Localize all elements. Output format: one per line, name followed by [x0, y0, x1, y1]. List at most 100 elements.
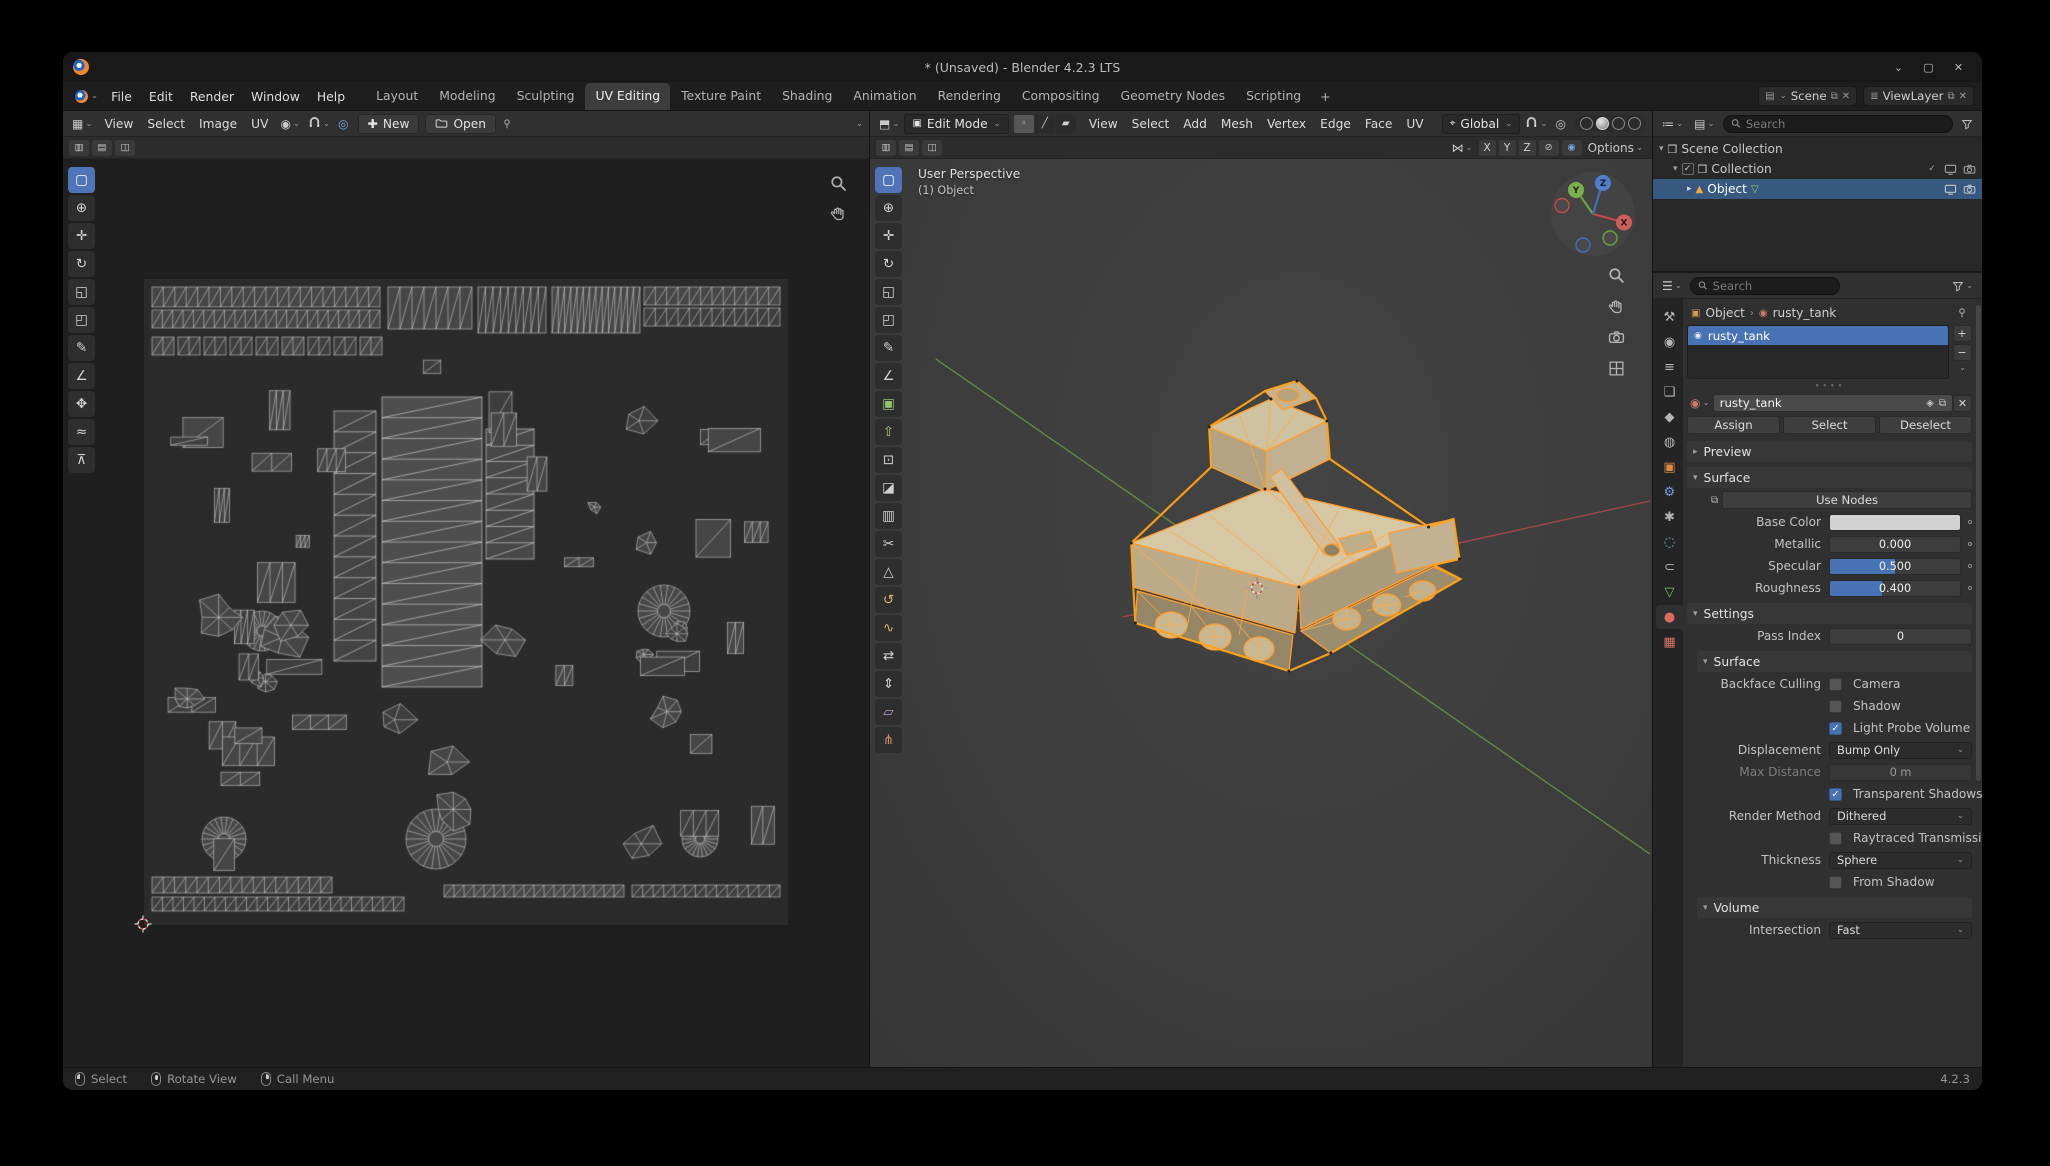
from-shadow-checkbox[interactable]: [1829, 876, 1842, 889]
roughness-slider[interactable]: 0.400: [1829, 580, 1961, 597]
uv-tool-rotate[interactable]: ↻: [68, 251, 95, 277]
visibility-icon[interactable]: ◉: [1562, 140, 1582, 156]
viewport-menu-mesh[interactable]: Mesh: [1214, 115, 1260, 133]
properties-tab-particles[interactable]: ✱: [1656, 505, 1683, 529]
displacement-dropdown[interactable]: Bump Only ⌄: [1829, 742, 1972, 759]
mirror-x-button[interactable]: X: [1479, 140, 1496, 156]
uv-tool-select-box[interactable]: ▢: [68, 167, 95, 193]
viewlayer-selector[interactable]: ≣ ViewLayer ⧉ ✕: [1863, 86, 1974, 106]
snapping-magnet-icon[interactable]: ⌄: [305, 115, 333, 132]
disclosure-icon[interactable]: ▸: [1687, 184, 1692, 194]
pivot-point-button[interactable]: ◉⌄: [277, 115, 303, 133]
workspace-tab-modeling[interactable]: Modeling: [429, 83, 505, 110]
uv-tool-scale[interactable]: ◱: [68, 279, 95, 305]
editor-type-button[interactable]: ⬒⌄: [876, 115, 902, 133]
viewport-menu-select[interactable]: Select: [1125, 115, 1177, 133]
pass-index-field[interactable]: 0: [1829, 628, 1972, 645]
options-dropdown[interactable]: Options⌄: [1585, 139, 1646, 157]
surface-panel-header[interactable]: ▾ Surface: [1687, 467, 1972, 488]
scene-render[interactable]: [870, 159, 1652, 1067]
workspace-tab-layout[interactable]: Layout: [366, 83, 428, 110]
outliner-row-collection[interactable]: ▾ ✓ ❒ Collection ✓: [1653, 159, 1982, 179]
hide-viewport-icon[interactable]: [1944, 183, 1957, 196]
menu-window[interactable]: Window: [243, 86, 308, 107]
properties-tab-render[interactable]: ◉: [1656, 330, 1683, 354]
mode-dropdown[interactable]: ▣Edit Mode⌄: [904, 114, 1008, 134]
transparent-shadows-checkbox[interactable]: ✓: [1829, 788, 1842, 801]
fake-user-icon[interactable]: ◈: [1926, 398, 1934, 409]
slot-specials-icon[interactable]: ⌄: [1959, 363, 1966, 373]
maximize-button[interactable]: ▢: [1915, 57, 1942, 77]
outliner-row-scene-collection[interactable]: ▾ ❒ Scene Collection: [1653, 139, 1982, 159]
menu-file[interactable]: File: [103, 86, 140, 107]
workspace-tab-geometry-nodes[interactable]: Geometry Nodes: [1111, 83, 1236, 110]
workspace-tab-shading[interactable]: Shading: [772, 83, 842, 110]
image-slot-icon[interactable]: ▤: [92, 140, 112, 156]
properties-tab-object-data[interactable]: ▽: [1656, 580, 1683, 604]
raytraced-checkbox[interactable]: [1829, 832, 1842, 845]
menu-edit[interactable]: Edit: [141, 86, 181, 107]
workspace-tab-scripting[interactable]: Scripting: [1236, 83, 1311, 110]
viewport-tool-loop-cut[interactable]: ▥: [875, 503, 902, 529]
material-slot-active[interactable]: ◉ rusty_tank: [1688, 326, 1948, 345]
new-image-button[interactable]: ✚New: [358, 114, 420, 134]
menu-help[interactable]: Help: [309, 86, 353, 107]
viewport-tool-inset-faces[interactable]: ⊡: [875, 447, 902, 473]
viewport-tool-spin[interactable]: ↺: [875, 587, 902, 613]
material-name-field[interactable]: rusty_tank ◈ ⧉: [1713, 394, 1953, 412]
viewport-canvas[interactable]: User Perspective (1) Object ▢⊕✛↻◱◰✎∠▣⇧⊡◪…: [870, 159, 1652, 1067]
uv-menu-view[interactable]: View: [97, 115, 140, 133]
animate-dot-icon[interactable]: [1968, 564, 1972, 568]
uv-tool-annotate[interactable]: ✎: [68, 335, 95, 361]
remove-slot-button[interactable]: −: [1953, 344, 1972, 361]
new-viewlayer-icon[interactable]: ⧉: [1947, 91, 1954, 102]
tank-mesh[interactable]: [1131, 381, 1460, 671]
minimize-button[interactable]: ⌄: [1885, 57, 1912, 77]
metallic-slider[interactable]: 0.000: [1829, 536, 1961, 553]
proportional-editing-icon[interactable]: ◎: [1553, 115, 1569, 133]
properties-search-input[interactable]: [1713, 279, 1832, 293]
thickness-dropdown[interactable]: Sphere ⌄: [1829, 852, 1972, 869]
navigation-gizmo[interactable]: X Y Z: [1548, 169, 1638, 259]
wireframe-shading-icon[interactable]: [1580, 117, 1593, 130]
mirror-y-button[interactable]: Y: [1499, 140, 1516, 156]
properties-search[interactable]: [1690, 277, 1840, 295]
add-workspace-button[interactable]: +: [1312, 85, 1338, 108]
properties-tab-view-layer[interactable]: ❏: [1656, 380, 1683, 404]
display-mode-icon[interactable]: ▤⌄: [1691, 115, 1717, 133]
breadcrumb-material[interactable]: rusty_tank: [1773, 306, 1837, 320]
properties-tab-constraints[interactable]: ⊂: [1656, 555, 1683, 579]
open-image-button[interactable]: Open: [425, 114, 496, 134]
properties-tab-material[interactable]: ●: [1656, 605, 1683, 629]
editor-type-button[interactable]: ≔⌄: [1659, 115, 1686, 133]
viewport-tool-shear[interactable]: ▱: [875, 699, 902, 725]
outliner-row-object[interactable]: ▸ ▲ Object ▽: [1653, 179, 1982, 199]
uv-tool-measure[interactable]: ∠: [68, 363, 95, 389]
material-shading-icon[interactable]: [1612, 117, 1625, 130]
editor-type-button[interactable]: ▦⌄: [69, 115, 95, 133]
backface-shadow-checkbox[interactable]: [1829, 700, 1842, 713]
properties-tab-texture[interactable]: ▦: [1656, 630, 1683, 654]
uv-tool-transform[interactable]: ◰: [68, 307, 95, 333]
snap-target-icon[interactable]: ⊘: [1539, 140, 1559, 156]
viewport-tool-select-box[interactable]: ▢: [875, 167, 902, 193]
edge-select-button[interactable]: ╱: [1035, 115, 1055, 133]
filter-icon[interactable]: [1958, 116, 1976, 132]
resize-grip[interactable]: ∙∙∙∙: [1687, 383, 1972, 391]
transform-orientation-dropdown[interactable]: ⌖Global⌄: [1442, 114, 1521, 134]
scene-selector[interactable]: ▤ ⌄ Scene ⧉ ✕: [1758, 86, 1857, 106]
uv-tool-cursor[interactable]: ⊕: [68, 195, 95, 221]
uv-menu-image[interactable]: Image: [192, 115, 244, 133]
display-channels-icon[interactable]: ▥: [69, 140, 89, 156]
zoom-icon[interactable]: [830, 175, 847, 192]
properties-tab-world[interactable]: ◍: [1656, 430, 1683, 454]
overlays-toggle-icon[interactable]: ▤: [899, 140, 919, 156]
vertex-select-button[interactable]: ◦: [1014, 115, 1034, 133]
pin-icon[interactable]: [1956, 307, 1968, 319]
max-distance-field[interactable]: 0 m: [1829, 764, 1972, 781]
browse-material-icon[interactable]: ◉⌄: [1687, 394, 1713, 412]
viewport-tool-scale[interactable]: ◱: [875, 279, 902, 305]
outliner-search-input[interactable]: [1746, 117, 1945, 131]
light-probe-checkbox[interactable]: ✓: [1829, 722, 1842, 735]
render-method-dropdown[interactable]: Dithered ⌄: [1829, 808, 1972, 825]
